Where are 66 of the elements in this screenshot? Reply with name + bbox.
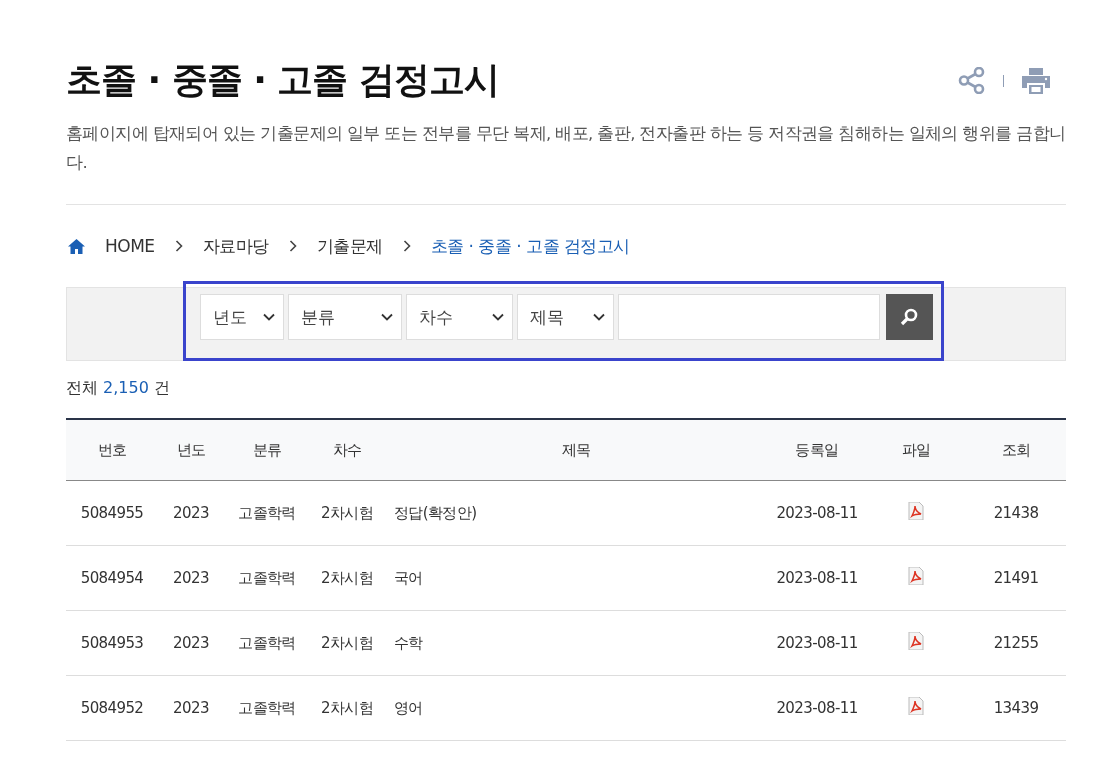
table-cell-text: 수학 [393,633,423,653]
filter-dropdown[interactable]: 제목 [516,294,614,340]
table-cell: 21438 [993,504,1039,522]
filter-dropdown[interactable]: 년도 [199,294,284,340]
column-header: 제목 [561,440,591,460]
table-cell: 고졸학력 [238,698,296,718]
column-header: 파일 [901,440,931,460]
total-count: 2,150 [103,378,149,397]
chevron-icon [174,240,183,252]
table-cell-text: 영어 [393,698,423,718]
table-cell: 2차시험 [320,568,374,588]
table-cell: 5084952 [80,699,144,717]
home-icon[interactable] [68,238,85,254]
table-cell: 2차시험 [320,633,374,653]
table-cell: 2023-08-11 [776,569,858,587]
breadcrumb-link[interactable]: 초졸 · 중졸 · 고졸 검정고시 [430,234,630,258]
table-cell-text: 정답(확정안) [393,503,477,523]
column-header: 차수 [332,440,362,460]
filter-dropdown[interactable]: 차수 [405,294,513,340]
chevron-down-icon [491,313,504,321]
table-cell: 5084955 [80,504,144,522]
pdf-file-icon[interactable] [907,502,925,520]
filter-dropdown[interactable]: 분류 [287,294,402,340]
table-cell: 13439 [993,699,1039,717]
table-cell: 21491 [993,569,1039,587]
table-cell: 2023-08-11 [776,699,858,717]
table-cell: 21255 [993,634,1039,652]
table-cell: 2023 [173,699,209,717]
chevron-down-icon [592,313,605,321]
copyright-notice: 홈페이지에 탑재되어 있는 기출문제의 일부 또는 전부를 무단 복제, 배포, 출판, 전자출판 하는 등 저작권을 침해하는 일체의 행위를 금합니다. [66,123,1066,174]
table-cell: 2차시험 [320,503,374,523]
table-cell: 고졸학력 [238,503,296,523]
column-header: 분류 [252,440,282,460]
column-header: 년도 [176,440,206,460]
search-button[interactable] [885,294,933,340]
column-header: 번호 [97,440,127,460]
chevron-icon [288,240,297,252]
table-cell: 2023 [173,634,209,652]
column-header: 조회 [1001,440,1031,460]
table-cell: 5084953 [80,634,144,652]
pdf-file-icon[interactable] [907,567,925,585]
table-cell: 2023 [173,504,209,522]
table-cell-text: 국어 [393,568,423,588]
table-cell: 2023-08-11 [776,634,858,652]
search-input[interactable] [617,294,880,340]
column-header: 등록일 [795,440,839,460]
table-cell: 2023-08-11 [776,504,858,522]
share-icon[interactable] [958,67,985,94]
total-label: 전체 [66,378,98,397]
chevron-icon [402,240,411,252]
table-cell: 2차시험 [320,698,374,718]
breadcrumb-link[interactable]: 자료마당 [202,234,269,258]
page-title: 초졸 · 중졸 · 고졸 검정고시 [66,58,500,102]
count-unit: 건 [154,378,170,397]
table-cell: 고졸학력 [238,633,296,653]
search-icon [899,307,919,327]
pdf-file-icon[interactable] [907,697,925,715]
breadcrumb-link[interactable]: HOME [105,236,155,256]
breadcrumb-link[interactable]: 기출문제 [316,234,383,258]
table-cell: 고졸학력 [238,568,296,588]
print-icon[interactable] [1022,67,1050,94]
table-cell: 2023 [173,569,209,587]
pdf-file-icon[interactable] [907,632,925,650]
table-cell: 5084954 [80,569,144,587]
chevron-down-icon [380,313,393,321]
chevron-down-icon [262,313,275,321]
